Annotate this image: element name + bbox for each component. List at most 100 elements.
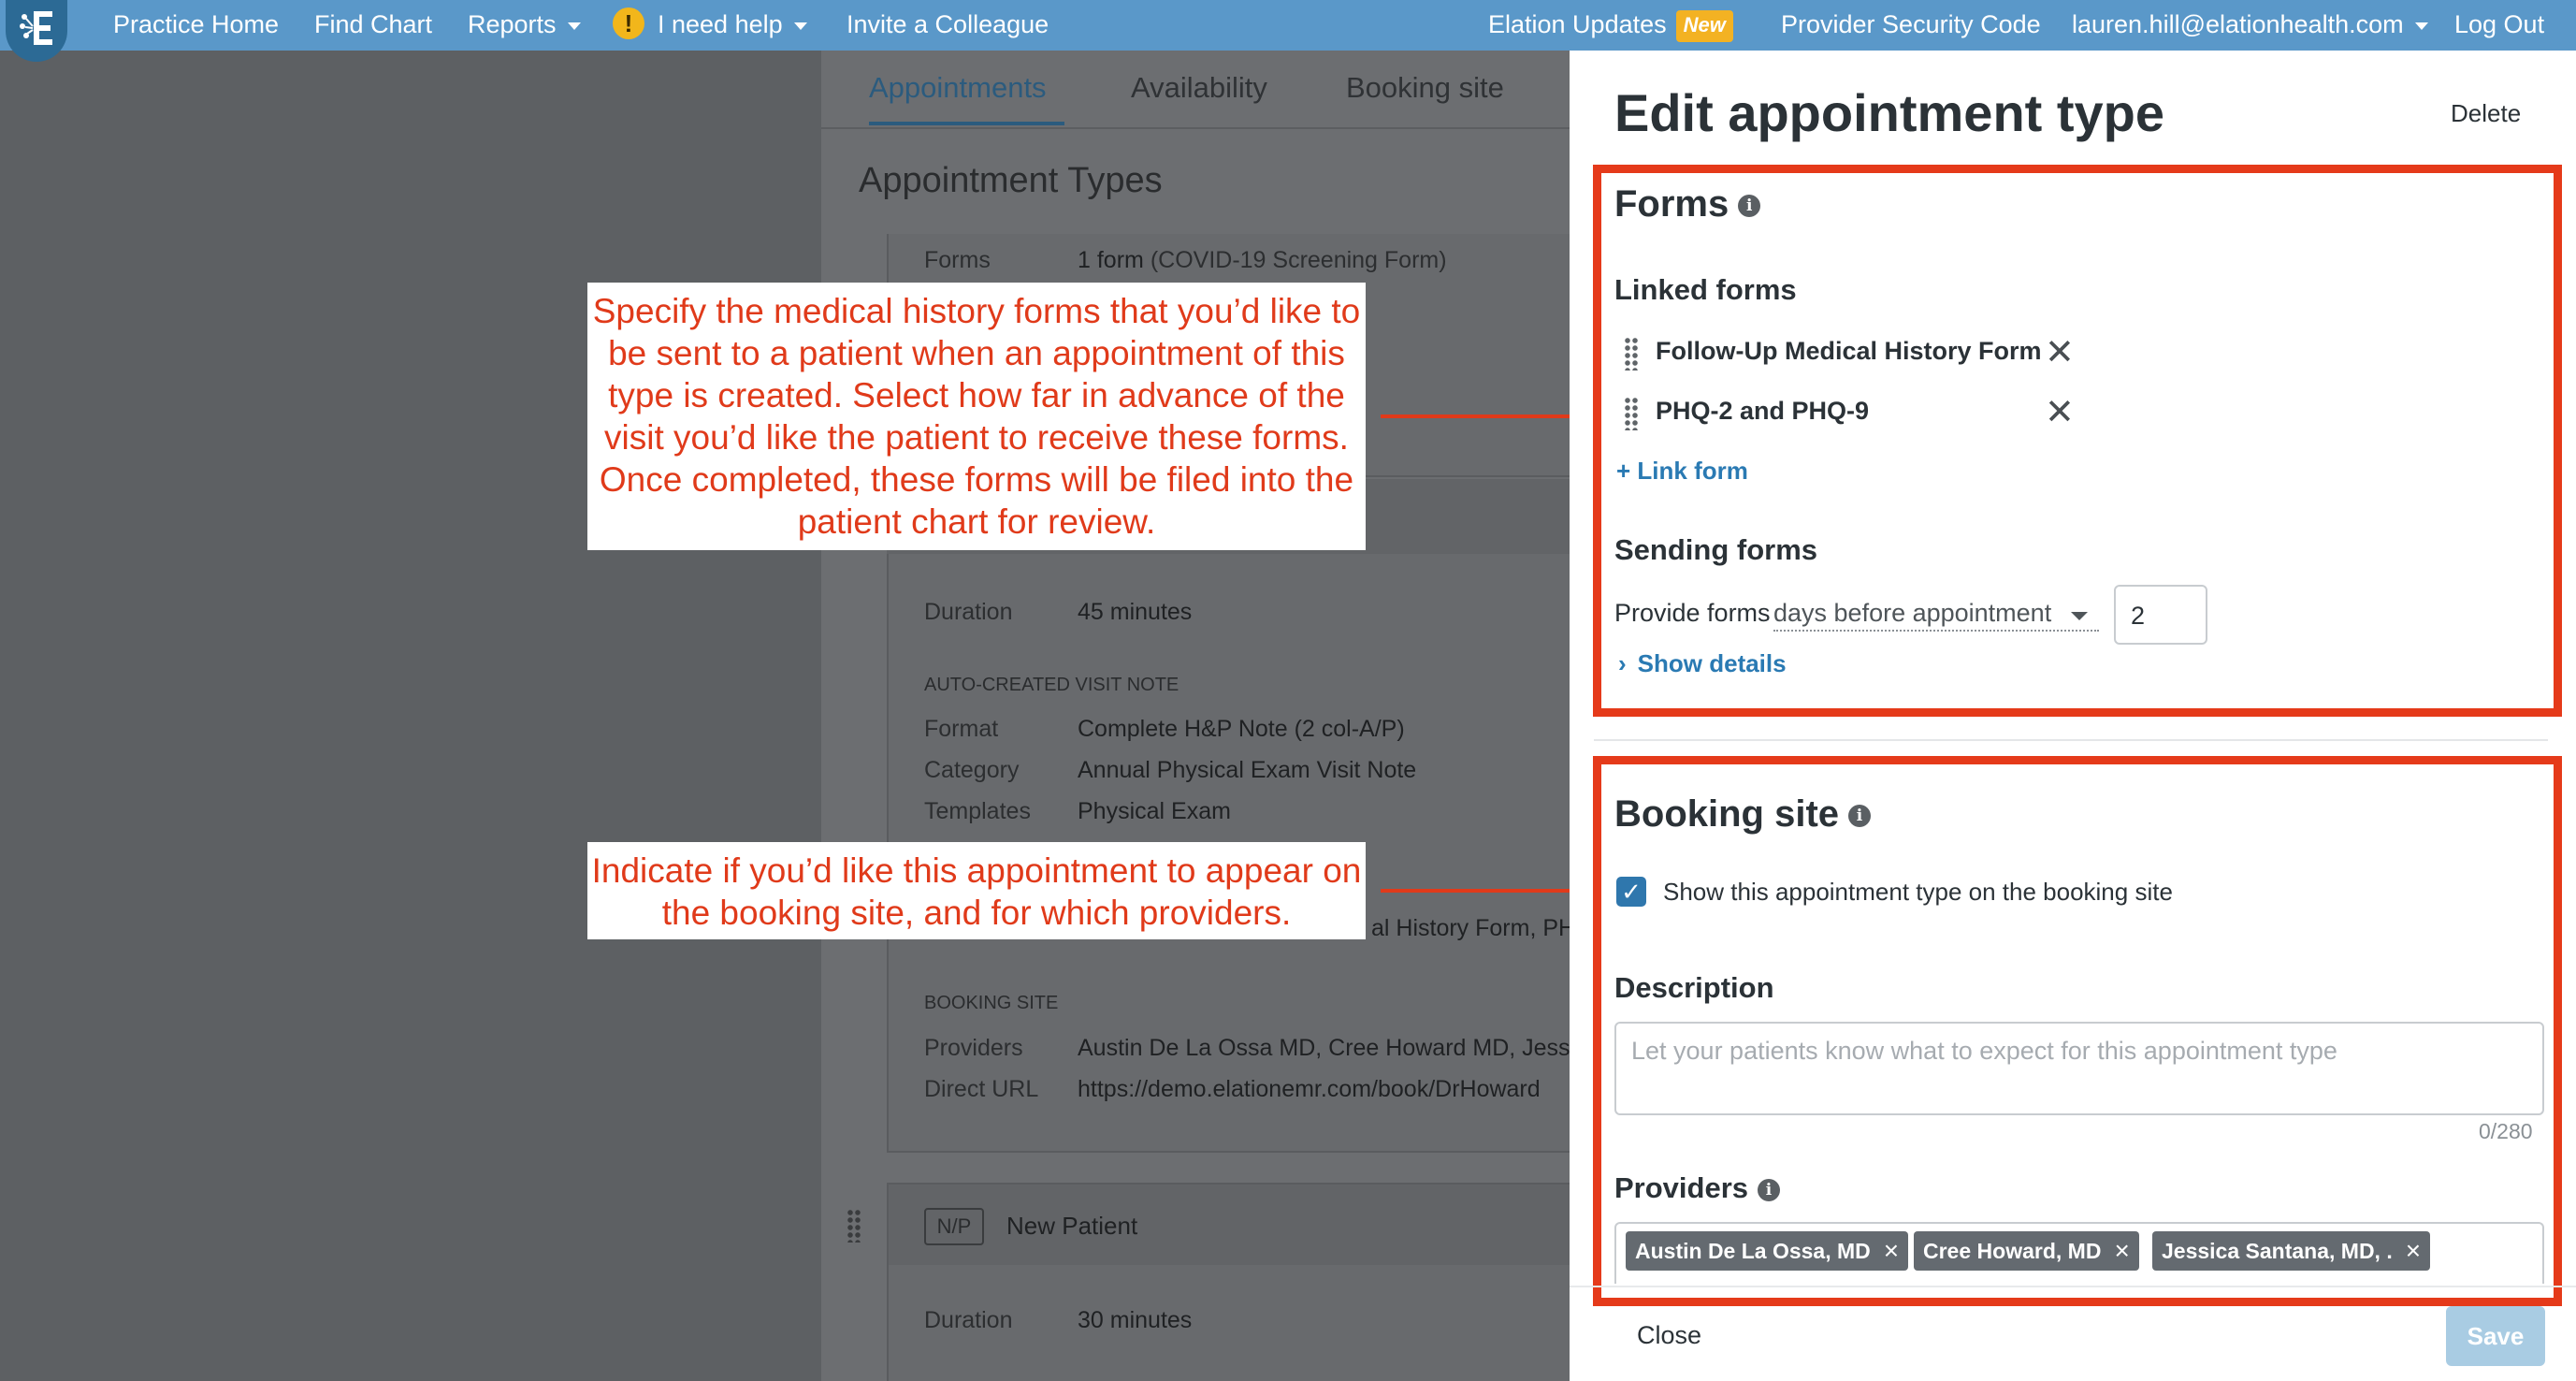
drag-handle-icon[interactable]: [1624, 397, 1639, 430]
forms-title-text: Forms: [1614, 183, 1729, 225]
new-badge: New: [1675, 9, 1733, 42]
nav-logout[interactable]: Log Out: [2454, 0, 2544, 51]
provider-chip-label: Austin De La Ossa, MD: [1635, 1239, 1871, 1263]
show-details-toggle[interactable]: › Show details: [1618, 649, 1787, 678]
linked-form-item: Follow-Up Medical History Form ✕: [1624, 335, 2110, 372]
forms-value: 1 form (COVID-19 Screening Form): [1078, 247, 1447, 274]
drawer-footer-divider: [1570, 1286, 2576, 1287]
sending-forms-title: Sending forms: [1614, 533, 1818, 566]
forms-label: Forms: [924, 247, 991, 273]
section-divider: [1594, 739, 2548, 741]
show-on-booking-checkbox[interactable]: ✓: [1616, 877, 1646, 907]
provider-chip-label: Jessica Santana, MD, .: [2162, 1239, 2393, 1263]
linked-form-name: Follow-Up Medical History Form: [1656, 337, 2042, 365]
provider-chip: Jessica Santana, MD, . ×: [2152, 1231, 2431, 1271]
warning-icon: !: [613, 7, 644, 39]
active-tab-indicator: [869, 122, 1064, 125]
new-patient-badge: N/P: [924, 1208, 984, 1245]
info-icon[interactable]: i: [1758, 1178, 1781, 1201]
drag-handle-icon[interactable]: [1624, 337, 1639, 371]
direct-url-label: Direct URL: [924, 1076, 1039, 1102]
duration-label: Duration: [924, 599, 1013, 625]
elation-logo-icon[interactable]: [0, 0, 77, 64]
duration-value: 30 minutes: [1078, 1307, 1193, 1333]
user-email: lauren.hill@elationhealth.com: [2072, 10, 2404, 38]
nav-help[interactable]: I need help: [658, 0, 807, 51]
forms-count: 1 form: [1078, 247, 1144, 273]
booking-section-title: Booking site i: [1614, 793, 1872, 836]
link-form-button[interactable]: + Link form: [1616, 457, 1748, 486]
forms-section-title: Forms i: [1614, 183, 1761, 225]
drawer-title: Edit appointment type: [1614, 83, 2164, 142]
days-select-value: days before appointment: [1773, 599, 2052, 627]
nav-practice-home[interactable]: Practice Home: [113, 0, 279, 51]
days-before-select[interactable]: days before appointment: [1773, 599, 2099, 632]
info-icon[interactable]: i: [1848, 805, 1872, 828]
info-icon[interactable]: i: [1738, 195, 1761, 218]
description-textarea[interactable]: Let your patients know what to expect fo…: [1614, 1022, 2544, 1115]
format-value: Complete H&P Note (2 col-A/P): [1078, 716, 1405, 742]
close-icon[interactable]: ×: [2114, 1231, 2129, 1271]
nav-updates-label: Elation Updates: [1488, 10, 1667, 38]
new-patient-title: New Patient: [1006, 1212, 1138, 1240]
nav-reports[interactable]: Reports: [468, 0, 581, 51]
linked-form-name: PHQ-2 and PHQ-9: [1656, 397, 1870, 425]
duration-value: 45 minutes: [1078, 599, 1193, 625]
close-icon[interactable]: ✕: [2045, 395, 2075, 430]
nav-help-label: I need help: [658, 10, 783, 38]
booking-callout: Indicate if you’d like this appointment …: [587, 842, 1366, 939]
linked-forms-title: Linked forms: [1614, 273, 1797, 306]
tab-availability[interactable]: Availability: [1131, 71, 1267, 105]
auto-created-note-heading: AUTO-CREATED VISIT NOTE: [924, 675, 1179, 695]
forms-detail: (COVID-19 Screening Form): [1150, 247, 1447, 273]
nav-find-chart[interactable]: Find Chart: [314, 0, 432, 51]
nav-provider-security-code[interactable]: Provider Security Code: [1781, 0, 2041, 51]
provide-forms-label: Provide forms: [1614, 599, 1771, 627]
duration-label: Duration: [924, 1307, 1013, 1333]
nav-reports-label: Reports: [468, 10, 557, 38]
forms-highlight-box: [1593, 165, 2562, 717]
category-value: Annual Physical Exam Visit Note: [1078, 757, 1417, 783]
caret-down-icon: [793, 22, 807, 30]
provider-chip: Cree Howard, MD ×: [1914, 1231, 2139, 1271]
templates-value: Physical Exam: [1078, 798, 1231, 824]
provider-chip-label: Cree Howard, MD: [1923, 1239, 2102, 1263]
linked-forms-partial: al History Form, PHQ: [1371, 915, 1594, 941]
save-button[interactable]: Save: [2446, 1306, 2545, 1366]
drag-handle-icon[interactable]: [847, 1209, 861, 1243]
description-title: Description: [1614, 971, 1774, 1004]
days-number-input[interactable]: 2: [2114, 585, 2207, 645]
direct-url-value: https://demo.elationemr.com/book/DrHowar…: [1078, 1076, 1541, 1102]
providers-title-text: Providers: [1614, 1171, 1749, 1204]
show-on-booking-label[interactable]: Show this appointment type on the bookin…: [1663, 878, 2173, 907]
page-title: Appointment Types: [859, 161, 1163, 200]
close-icon[interactable]: ×: [1884, 1231, 1899, 1271]
booking-title-text: Booking site: [1614, 793, 1840, 835]
providers-value: Austin De La Ossa MD, Cree Howard MD, Je…: [1078, 1035, 1570, 1061]
nav-invite-colleague[interactable]: Invite a Colleague: [847, 0, 1049, 51]
arrow-right-icon: [1381, 414, 1598, 418]
close-icon[interactable]: ✕: [2045, 335, 2075, 371]
templates-label: Templates: [924, 798, 1031, 824]
close-icon[interactable]: ×: [2406, 1231, 2421, 1271]
caret-down-icon: [2071, 612, 2088, 620]
provider-chip: Austin De La Ossa, MD ×: [1626, 1231, 1909, 1271]
tab-booking-site[interactable]: Booking site: [1346, 71, 1504, 105]
close-button[interactable]: Close: [1637, 1321, 1701, 1350]
caret-down-icon: [2414, 22, 2428, 30]
providers-title: Providers i: [1614, 1171, 1781, 1205]
nav-elation-updates[interactable]: Elation Updates New: [1488, 0, 1733, 51]
chevron-right-icon: ›: [1618, 649, 1627, 677]
nav-user-menu[interactable]: lauren.hill@elationhealth.com: [2072, 0, 2428, 51]
format-label: Format: [924, 716, 999, 742]
linked-form-item: PHQ-2 and PHQ-9 ✕: [1624, 395, 2110, 432]
background-tabs: Appointments Availability Booking site: [821, 51, 1570, 129]
forms-callout: Specify the medical history forms that y…: [587, 283, 1366, 550]
top-navigation-bar: Practice Home Find Chart Reports ! I nee…: [0, 0, 2576, 62]
tab-appointments[interactable]: Appointments: [869, 71, 1047, 105]
booking-site-heading: BOOKING SITE: [924, 993, 1059, 1013]
checkmark-icon: ✓: [1621, 878, 1642, 906]
caret-down-icon: [567, 22, 581, 30]
category-label: Category: [924, 757, 1020, 783]
delete-button[interactable]: Delete: [2451, 99, 2521, 128]
